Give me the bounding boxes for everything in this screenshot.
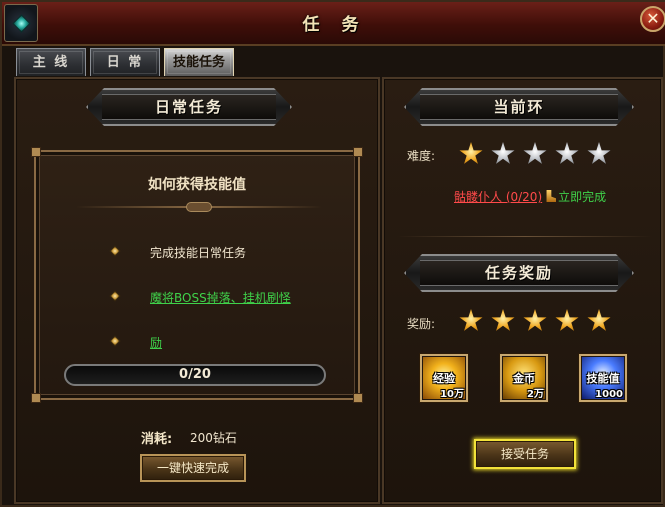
reward-qty: 2万 [527,389,544,400]
task-reward-banner: 任务奖励 [404,254,634,292]
banner-title: 日常任务 [154,98,223,116]
daily-tasks-banner: 日常任务 [86,88,292,126]
reward-qty: 10万 [440,389,464,400]
tab-skill-tasks[interactable]: 技能任务 [164,48,234,76]
boot-icon [546,190,557,202]
info-title: 如何获得技能值 [148,177,246,193]
current-ring-banner: 当前环 [404,88,634,126]
corner-ornament [353,147,363,157]
tab-daily[interactable]: 日 常 [90,48,160,76]
corner-ornament [31,147,41,157]
corner-ornament [31,393,41,403]
target-monster-link[interactable]: 骷髅仆人 (0/20) [454,190,542,204]
reward-name: 经验 [433,372,455,385]
progress-text: 0/20 [179,367,211,382]
cost-value: 200钻石 [190,431,237,445]
banner-title: 当前环 [493,98,545,116]
difficulty-label: 难度: [407,149,436,163]
task-window: 任 务 ✕ 主 线 日 常 技能任务 日常任务 如何获得技能值 完成技能日常任务… [0,0,665,507]
task-target-row: 骷髅仆人 (0/20) 立即完成 [454,188,606,205]
window-title: 任 务 [302,15,367,35]
divider-ornament [186,202,212,212]
info-row-reward-link[interactable]: 励 [150,334,162,351]
corner-ornament [353,393,363,403]
close-button[interactable]: ✕ [640,6,665,32]
reward-item-exp[interactable]: 经验 10万 [420,354,468,402]
divider [397,236,652,237]
quick-complete-button[interactable]: 一键快速完成 [140,454,246,482]
reward-qty: 1000 [595,389,623,400]
reward-item-skill-points[interactable]: 技能值 1000 [579,354,627,402]
reward-item-gold[interactable]: 金币 2万 [500,354,548,402]
reward-label: 奖励: [407,317,436,331]
reward-name: 技能值 [586,372,620,385]
tab-main-quest[interactable]: 主 线 [16,48,86,76]
button-label: 接受任务 [500,447,549,461]
reward-name: 金币 [513,372,535,385]
accept-task-button[interactable]: 接受任务 [474,439,576,469]
button-label: 一键快速完成 [156,461,229,475]
info-row-daily: 完成技能日常任务 [150,246,247,260]
skill-points-info-frame: 如何获得技能值 [31,147,363,403]
close-icon: ✕ [646,9,660,28]
skill-progress-bar: 0/20 [64,364,326,386]
complete-now-link[interactable]: 立即完成 [558,190,606,204]
cost-label: 消耗: [141,432,173,447]
info-row-boss-link[interactable]: 魔将BOSS掉落、挂机刷怪 [150,289,291,306]
banner-title: 任务奖励 [484,264,553,282]
title-bar[interactable]: 任 务 ✕ [2,2,665,46]
